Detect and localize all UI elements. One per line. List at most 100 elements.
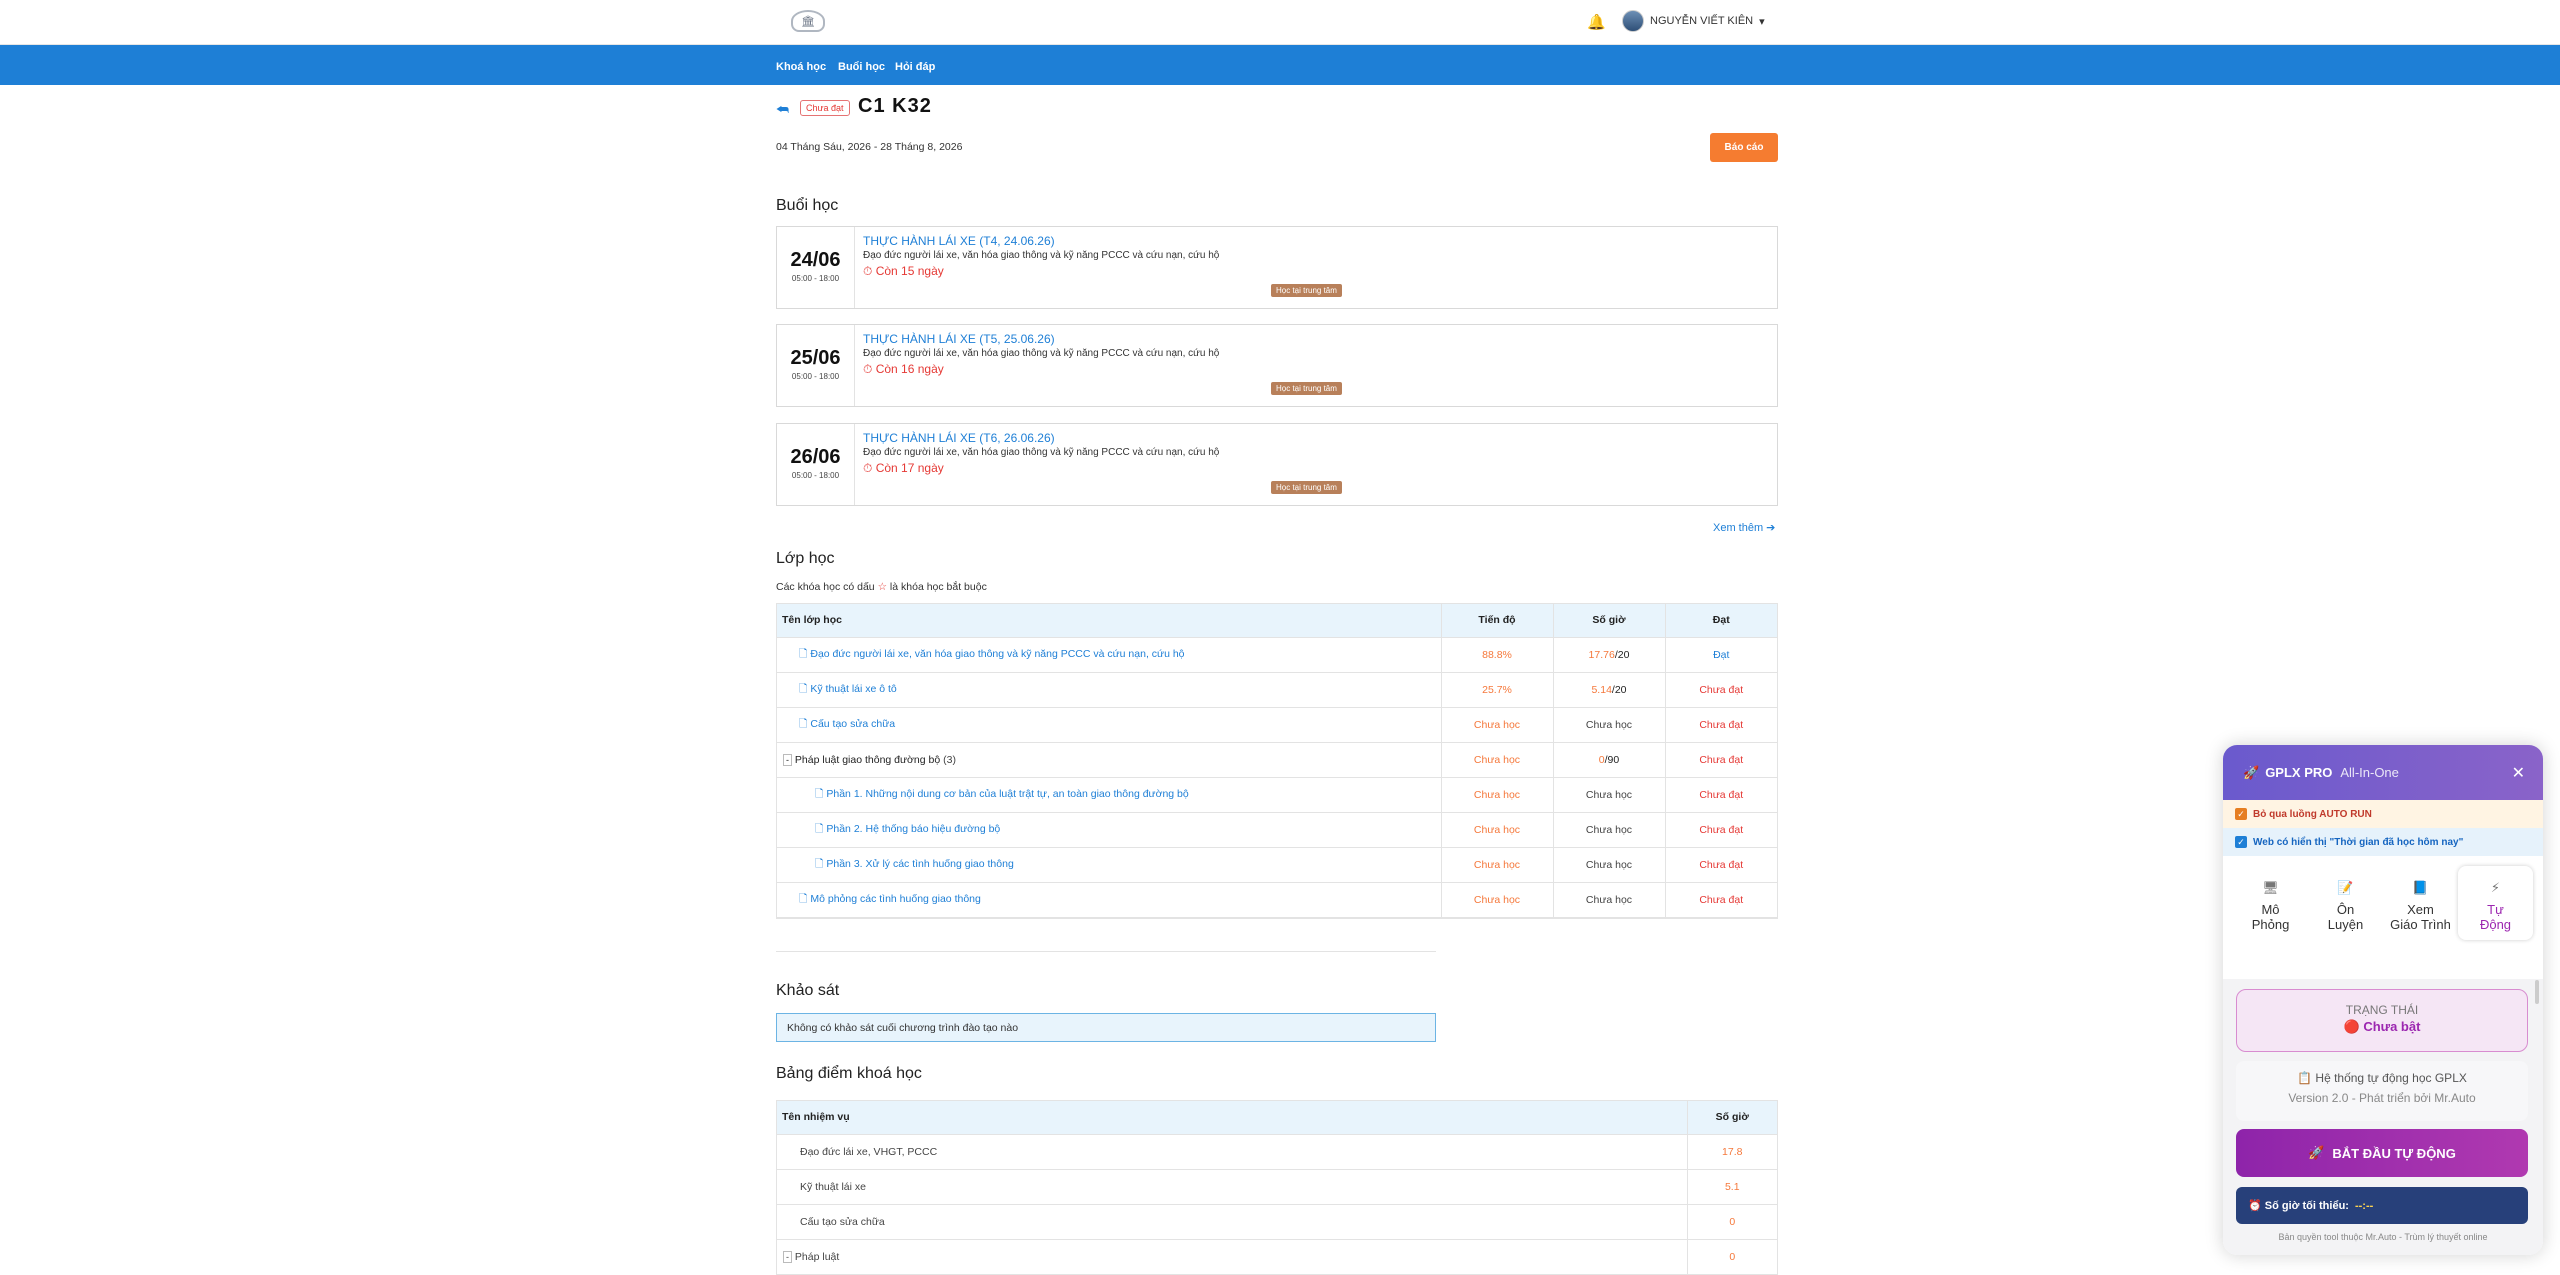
survey-heading: Khảo sát — [776, 982, 840, 999]
min-hours-bar: ⏰ Số giờ tối thiểu: --:-- — [2236, 1187, 2528, 1224]
session-desc: Đạo đức người lái xe, văn hóa giao thông… — [863, 447, 1220, 458]
session-title[interactable]: THỰC HÀNH LÁI XE (T6, 26.06.26) — [863, 431, 1219, 445]
class-link[interactable]: Cấu tạo sửa chữa — [810, 718, 895, 730]
table-row: 🗋 Kỹ thuật lái xe ô tô 25.7% 5.14/20 Chư… — [777, 672, 1777, 708]
user-menu[interactable]: NGUYỄN VIẾT KIÊN ▾ — [1622, 10, 1765, 32]
option-show-time[interactable]: ✓ Web có hiển thị "Thời gian đã học hôm … — [2223, 828, 2543, 856]
session-tag: Học tại trung tâm — [1271, 284, 1342, 297]
col-score-hours: Số giờ — [1686, 1101, 1777, 1135]
start-auto-button[interactable]: 🚀 BẮT ĐẦU TỰ ĐỘNG — [2236, 1129, 2528, 1177]
session-title[interactable]: THỰC HÀNH LÁI XE (T5, 25.06.26) — [863, 332, 1219, 346]
session-tag: Học tại trung tâm — [1271, 481, 1342, 494]
col-hours: Số giờ — [1552, 604, 1665, 638]
star-icon: ☆ — [877, 581, 887, 593]
class-link[interactable]: Phần 3. Xử lý các tình huống giao thông — [826, 858, 1013, 870]
table-row: 🗋 Phần 3. Xử lý các tình huống giao thôn… — [777, 847, 1777, 883]
monitor-icon: 🖥 — [2262, 880, 2279, 895]
table-row: 🗋 Phần 2. Hệ thống báo hiệu đường bộ Chư… — [777, 812, 1777, 848]
report-button[interactable]: Báo cáo — [1710, 133, 1778, 162]
panel-tabs: 🖥 Mô Phỏng 📝 Ôn Luyện 📘 Xem Giáo Trình ⚡ Tự Động — [2223, 856, 2543, 946]
user-name: NGUYỄN VIẾT KIÊN — [1650, 15, 1754, 27]
nav-sessions[interactable]: Buổi học — [838, 61, 885, 73]
notepad-icon: 📝 — [2337, 880, 2354, 895]
tab-textbook[interactable]: 📘 Xem Giáo Trình — [2383, 866, 2458, 940]
table-row: 🗋 Mô phỏng các tình huống giao thông Chư… — [777, 882, 1777, 918]
book-icon: 📘 — [2412, 880, 2429, 895]
session-desc: Đạo đức người lái xe, văn hóa giao thông… — [863, 250, 1220, 261]
class-link[interactable]: Phần 1. Những nội dung cơ bản của luật t… — [826, 788, 1188, 800]
table-row: - Pháp luật giao thông đường bộ (3) Chưa… — [777, 742, 1777, 778]
scores-heading: Bảng điểm khoá học — [776, 1065, 922, 1082]
gplx-pro-panel: 🚀 GPLX PRO All-In-One ✕ ✓ Bỏ qua luồng A… — [2223, 745, 2543, 1255]
classes-note: Các khóa học có dấu ☆ là khóa học bắt bu… — [776, 581, 987, 593]
file-icon: 🗋 — [799, 682, 808, 695]
panel-header: 🚀 GPLX PRO All-In-One ✕ — [2223, 745, 2543, 800]
group-name: Pháp luật giao thông đường bộ — [794, 753, 941, 766]
session-desc: Đạo đức người lái xe, văn hóa giao thông… — [863, 348, 1220, 359]
collapse-toggle[interactable]: - — [783, 1250, 792, 1263]
panel-scrollbar[interactable] — [2535, 980, 2539, 1004]
class-link[interactable]: Mô phỏng các tình huống giao thông — [810, 893, 980, 905]
session-date: 26/06 05:00 - 18:00 — [777, 424, 855, 505]
nav-qa[interactable]: Hỏi đáp — [895, 61, 935, 73]
file-icon: 🗋 — [815, 822, 824, 835]
table-row: - Pháp luật 0 — [777, 1239, 1777, 1275]
bell-icon[interactable]: 🔔 — [1587, 13, 1606, 31]
session-remaining: ⏱ Còn 15 ngày — [863, 264, 944, 278]
session-card[interactable]: 24/06 05:00 - 18:00 THỰC HÀNH LÁI XE (T4,… — [776, 226, 1778, 309]
collapse-toggle[interactable]: - — [783, 753, 792, 766]
file-icon: 🗋 — [815, 787, 824, 800]
class-link[interactable]: Kỹ thuật lái xe ô tô — [810, 683, 896, 695]
system-info: 📋 Hệ thống tự động học GPLX Version 2.0 … — [2236, 1061, 2528, 1121]
col-task: Tên nhiệm vụ — [777, 1101, 1687, 1135]
session-tag: Học tại trung tâm — [1271, 382, 1342, 395]
table-row: 🗋 Phần 1. Những nội dung cơ bản của luật… — [777, 777, 1777, 813]
tab-auto[interactable]: ⚡ Tự Động — [2458, 866, 2533, 940]
top-bar: 🏛 🔔 NGUYỄN VIẾT KIÊN ▾ — [0, 0, 2560, 45]
avatar — [1622, 10, 1644, 32]
scores-table: Tên nhiệm vụ Số giờ Đạo đức lái xe, VHGT… — [776, 1100, 1778, 1275]
file-icon: 🗋 — [799, 717, 808, 730]
checkbox-checked-icon: ✓ — [2235, 808, 2247, 820]
status-label: TRẠNG THÁI — [2345, 1003, 2419, 1017]
status-badge: Chưa đạt — [800, 100, 850, 116]
session-date: 24/06 05:00 - 18:00 — [777, 227, 855, 308]
panel-body: TRẠNG THÁI 🔴 Chưa bật 📋 Hệ thống tự động… — [2223, 979, 2543, 1255]
table-row: 🗋 Đạo đức người lái xe, văn hóa giao thô… — [777, 637, 1777, 673]
nav-courses[interactable]: Khoá học — [776, 61, 826, 73]
col-progress: Tiến độ — [1440, 604, 1553, 638]
file-icon: 🗋 — [799, 647, 808, 660]
see-more-link[interactable]: Xem thêm ➔ — [1713, 521, 1775, 534]
status-value: 🔴 Chưa bật — [2343, 1019, 2421, 1034]
back-arrow-icon[interactable]: ⮪ — [776, 101, 789, 118]
site-logo[interactable]: 🏛 — [791, 10, 825, 32]
page-title: C1 K32 — [858, 95, 932, 117]
session-remaining: ⏱ Còn 16 ngày — [863, 362, 944, 376]
status-box: TRẠNG THÁI 🔴 Chưa bật — [2236, 989, 2528, 1052]
class-link[interactable]: Phần 2. Hệ thống báo hiệu đường bộ — [826, 823, 1000, 835]
session-card[interactable]: 26/06 05:00 - 18:00 THỰC HÀNH LÁI XE (T6,… — [776, 423, 1778, 506]
session-title[interactable]: THỰC HÀNH LÁI XE (T4, 24.06.26) — [863, 234, 1219, 248]
session-card[interactable]: 25/06 05:00 - 18:00 THỰC HÀNH LÁI XE (T5,… — [776, 324, 1778, 407]
divider — [776, 951, 1436, 952]
close-icon[interactable]: ✕ — [2512, 763, 2525, 783]
col-class-name: Tên lớp học — [777, 604, 1441, 638]
classes-heading: Lớp học — [776, 550, 835, 567]
table-row: Đạo đức lái xe, VHGT, PCCC 17.8 — [777, 1134, 1777, 1170]
panel-title: GPLX PRO — [2265, 765, 2333, 780]
classes-table: Tên lớp học Tiến độ Số giờ Đạt 🗋 Đạo đức… — [776, 603, 1778, 919]
course-dates: 04 Tháng Sáu, 2026 - 28 Tháng 8, 2026 — [776, 141, 963, 153]
file-icon: 🗋 — [815, 857, 824, 870]
col-pass: Đạt — [1664, 604, 1777, 638]
logo-icon: 🏛 — [801, 15, 815, 28]
rocket-icon: 🚀 — [2308, 1145, 2325, 1160]
option-skip-autorun[interactable]: ✓ Bỏ qua luồng AUTO RUN — [2223, 800, 2543, 828]
table-row: Cấu tạo sửa chữa 0 — [777, 1204, 1777, 1240]
session-remaining: ⏱ Còn 17 ngày — [863, 461, 944, 475]
sessions-heading: Buổi học — [776, 197, 839, 214]
tab-practice[interactable]: 📝 Ôn Luyện — [2308, 866, 2383, 940]
tab-simulation[interactable]: 🖥 Mô Phỏng — [2233, 866, 2308, 940]
panel-subtitle: All-In-One — [2340, 765, 2399, 780]
class-link[interactable]: Đạo đức người lái xe, văn hóa giao thông… — [810, 648, 1184, 660]
table-row: Kỹ thuật lái xe 5.1 — [777, 1169, 1777, 1205]
